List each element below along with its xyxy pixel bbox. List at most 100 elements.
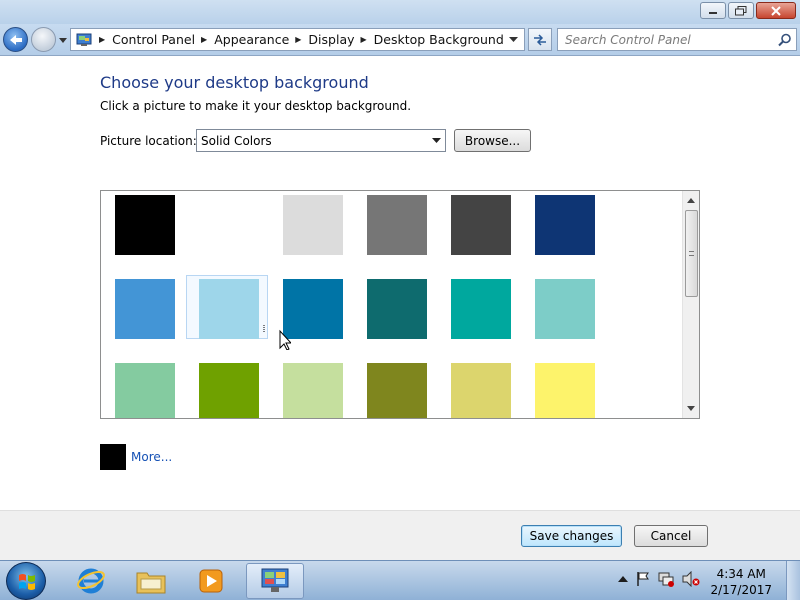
internet-explorer-icon [77, 568, 105, 594]
start-button[interactable] [6, 562, 46, 600]
breadcrumb-display[interactable]: Display [308, 32, 354, 47]
show-desktop-button[interactable] [786, 561, 800, 600]
taskbar-internet-explorer[interactable] [62, 563, 120, 599]
color-swatch[interactable] [522, 359, 604, 418]
minimize-button[interactable] [700, 2, 726, 19]
media-player-icon [199, 569, 223, 593]
color-swatch-fill [115, 363, 175, 418]
search-input[interactable] [565, 32, 775, 47]
color-swatch[interactable] [438, 191, 520, 255]
scroll-down-button[interactable] [683, 400, 699, 417]
color-swatch[interactable] [270, 359, 352, 418]
color-swatch[interactable] [354, 359, 436, 418]
taskbar-windows-explorer[interactable] [122, 563, 180, 599]
color-swatch[interactable] [522, 275, 604, 339]
browse-button[interactable]: Browse... [454, 129, 531, 152]
system-clock[interactable]: 4:34 AM 2/17/2017 [710, 566, 772, 598]
search-icon[interactable] [778, 33, 792, 47]
color-swatch-fill [199, 195, 259, 255]
main-content: Choose your desktop background Click a p… [0, 57, 800, 510]
color-swatch[interactable] [522, 191, 604, 255]
color-swatch[interactable] [438, 359, 520, 418]
breadcrumb-arrow-icon[interactable]: ▶ [361, 35, 367, 44]
address-bar[interactable]: ▶ Control Panel ▶ Appearance ▶ Display ▶… [70, 28, 525, 51]
control-panel-icon [76, 33, 92, 46]
cancel-button[interactable]: Cancel [634, 525, 708, 547]
network-icon[interactable] [658, 571, 674, 587]
windows-logo-icon [19, 574, 35, 590]
page-title: Choose your desktop background [100, 73, 369, 92]
color-swatch-fill [451, 363, 511, 418]
close-button[interactable] [756, 2, 796, 19]
color-swatch-fill [535, 363, 595, 418]
address-dropdown-icon[interactable] [509, 36, 518, 44]
breadcrumb-arrow-icon[interactable]: ▶ [295, 35, 301, 44]
more-colors-link[interactable]: More... [131, 450, 172, 464]
current-color-swatch [100, 444, 126, 470]
taskbar-control-panel[interactable] [246, 563, 304, 599]
color-swatch[interactable] [102, 191, 184, 255]
back-button[interactable] [3, 27, 28, 52]
color-swatch-fill [451, 195, 511, 255]
color-swatch[interactable] [102, 359, 184, 418]
clock-time: 4:34 AM [716, 567, 766, 581]
taskbar-media-player[interactable] [182, 563, 240, 599]
color-swatch[interactable] [354, 191, 436, 255]
color-swatch-fill [535, 195, 595, 255]
back-arrow-icon [9, 34, 22, 45]
color-swatch-fill [535, 279, 595, 339]
color-swatch-fill [199, 363, 259, 418]
color-swatch-fill [367, 195, 427, 255]
refresh-button[interactable] [528, 28, 552, 51]
search-box[interactable] [557, 28, 797, 51]
refresh-icon [534, 33, 546, 46]
restore-icon [735, 5, 747, 15]
swatch-list [101, 191, 681, 418]
mouse-cursor-icon [263, 325, 291, 350]
minimize-icon [709, 11, 717, 14]
taskbar: 4:34 AM 2/17/2017 [0, 560, 800, 600]
color-swatch[interactable] [354, 275, 436, 339]
color-swatch-fill [115, 195, 175, 255]
notification-area [618, 571, 700, 587]
volume-muted-icon[interactable] [682, 571, 700, 587]
clock-date: 2/17/2017 [710, 583, 772, 597]
scroll-thumb[interactable] [685, 210, 698, 297]
breadcrumb-arrow-icon[interactable]: ▶ [99, 35, 105, 44]
save-changes-button[interactable]: Save changes [521, 525, 622, 547]
breadcrumb-desktop-background[interactable]: Desktop Background [374, 32, 504, 47]
swatch-grid [100, 190, 700, 419]
chevron-down-icon [432, 138, 441, 143]
color-swatch-fill [199, 279, 259, 339]
vertical-scrollbar[interactable] [682, 191, 699, 418]
color-swatch-fill [451, 279, 511, 339]
scroll-up-button[interactable] [683, 192, 699, 209]
color-swatch[interactable] [438, 275, 520, 339]
scroll-down-icon [687, 406, 695, 411]
recent-pages-dropdown-icon[interactable] [58, 35, 68, 45]
breadcrumb-control-panel[interactable]: Control Panel [112, 32, 195, 47]
show-hidden-icons-icon[interactable] [618, 575, 628, 583]
color-swatch[interactable] [186, 359, 268, 418]
breadcrumb-arrow-icon[interactable]: ▶ [201, 35, 207, 44]
close-icon [771, 5, 781, 16]
title-bar [0, 0, 800, 24]
color-swatch[interactable] [270, 191, 352, 255]
color-swatch-fill [367, 363, 427, 418]
action-center-flag-icon[interactable] [636, 571, 650, 587]
picture-location-select[interactable]: Solid Colors [196, 129, 446, 152]
color-swatch[interactable] [102, 275, 184, 339]
forward-button[interactable] [31, 27, 56, 52]
picture-location-value: Solid Colors [201, 133, 272, 148]
scroll-up-icon [687, 198, 695, 203]
restore-button[interactable] [728, 2, 754, 19]
color-swatch[interactable] [186, 275, 268, 339]
color-swatch-fill [283, 363, 343, 418]
folder-icon [136, 572, 166, 594]
color-swatch-fill [367, 279, 427, 339]
breadcrumb-appearance[interactable]: Appearance [214, 32, 289, 47]
color-swatch-fill [115, 279, 175, 339]
navigation-bar: ▶ Control Panel ▶ Appearance ▶ Display ▶… [0, 24, 800, 56]
color-swatch[interactable] [186, 191, 268, 255]
control-panel-icon [261, 568, 289, 592]
